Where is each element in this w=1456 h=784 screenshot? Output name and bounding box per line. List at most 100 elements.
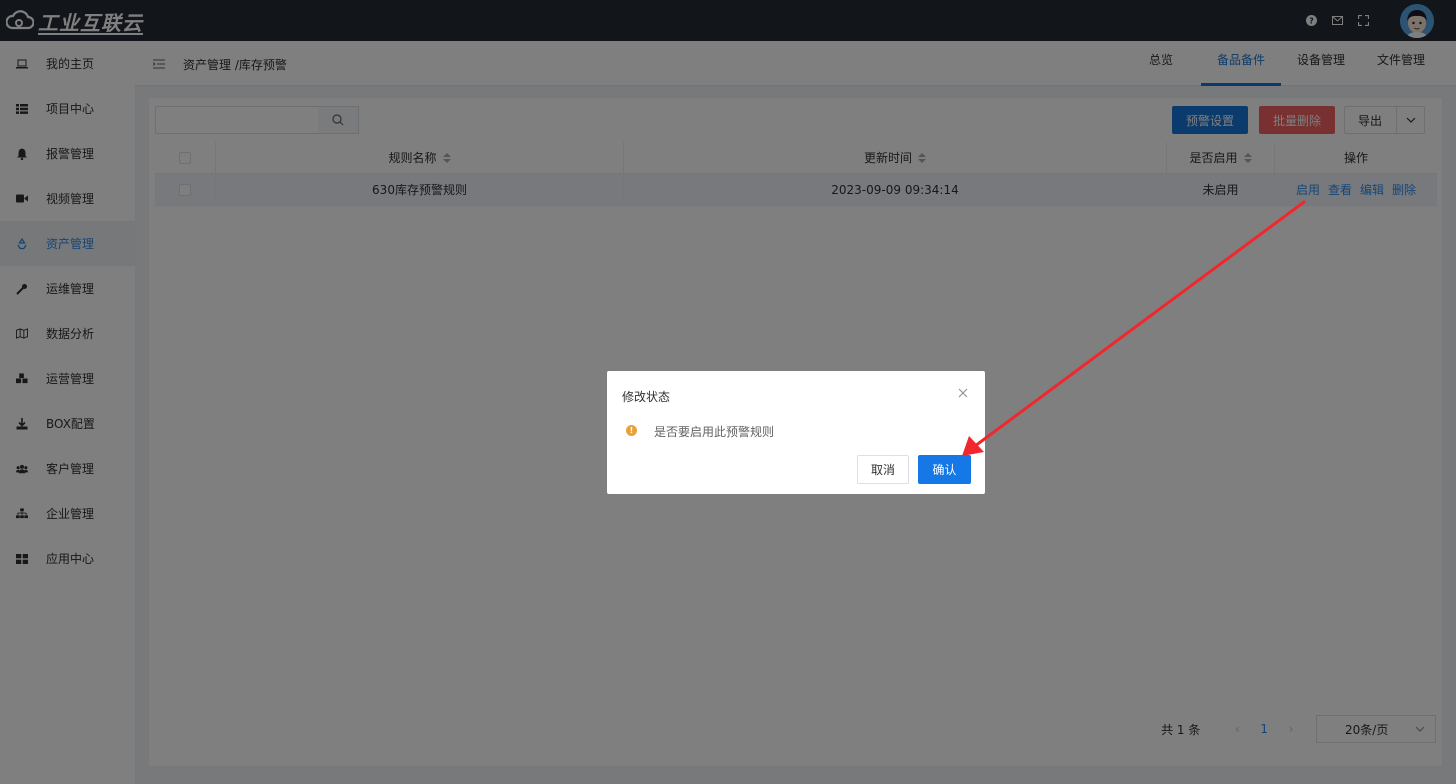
sidebar: 我的主页 项目中心 报警管理 视频管理 资产管理 运维管理 数据分析 运营管理 …: [0, 41, 135, 784]
dialog-title: 修改状态: [622, 390, 671, 404]
page-size-label: 20条/页: [1345, 722, 1389, 737]
sidebar-item-label: 应用中心: [46, 552, 95, 566]
bell-icon: [16, 148, 28, 160]
column-label: 操作: [1343, 151, 1368, 165]
top-header: 工业互联云 ?: [0, 0, 1456, 41]
sidebar-item-label: 视频管理: [46, 192, 95, 206]
table-header: 规则名称 更新时间 是否启用 操作: [155, 142, 1437, 174]
chevron-down-icon: [1415, 726, 1425, 732]
fullscreen-icon[interactable]: [1357, 14, 1370, 27]
sort-icon[interactable]: [1243, 152, 1252, 163]
sidebar-item-video[interactable]: 视频管理: [0, 176, 135, 221]
sitemap-icon: [16, 508, 28, 520]
batch-delete-button[interactable]: 批量删除: [1259, 106, 1335, 134]
laptop-icon: [16, 58, 28, 70]
column-header-enabled[interactable]: 是否启用: [1167, 142, 1275, 173]
sidebar-item-analytics[interactable]: 数据分析: [0, 311, 135, 356]
change-status-dialog: 修改状态 ! 是否要启用此预警规则 取消 确认: [607, 371, 985, 494]
edit-link[interactable]: 编辑: [1360, 181, 1384, 198]
cell-enabled-status: 未启用: [1167, 174, 1275, 205]
export-button[interactable]: 导出: [1344, 106, 1425, 134]
grid-icon: [16, 553, 28, 565]
download-icon: [16, 417, 28, 430]
sort-icon[interactable]: [918, 152, 926, 163]
tab-equipment[interactable]: 设备管理: [1281, 41, 1361, 86]
top-tabs: 总览 备品备件 设备管理 文件管理: [1121, 41, 1441, 86]
menu-collapse-icon[interactable]: [152, 58, 165, 69]
page-size-select[interactable]: 20条/页: [1316, 715, 1436, 743]
tab-files[interactable]: 文件管理: [1361, 41, 1441, 86]
search-button[interactable]: [318, 106, 359, 134]
sub-header: 资产管理 /库存预警 总览 备品备件 设备管理 文件管理: [135, 41, 1456, 86]
cell-actions: 启用 查看 编辑 删除: [1275, 174, 1437, 205]
wrench-icon: [16, 283, 28, 295]
confirm-button[interactable]: 确认: [918, 455, 971, 484]
warning-icon: !: [626, 425, 637, 436]
delete-link[interactable]: 删除: [1392, 181, 1416, 198]
table-row[interactable]: 630库存预警规则 2023-09-09 09:34:14 未启用 启用 查看 …: [155, 174, 1437, 206]
cell-rule-name: 630库存预警规则: [216, 174, 624, 205]
sidebar-item-enterprise[interactable]: 企业管理: [0, 491, 135, 536]
video-icon: [16, 193, 28, 205]
pagination: 共 1 条 ‹ 1 › 20条/页: [1161, 714, 1442, 744]
view-link[interactable]: 查看: [1328, 181, 1352, 198]
sidebar-item-home[interactable]: 我的主页: [0, 41, 135, 86]
breadcrumb: 资产管理 /库存预警: [183, 58, 287, 72]
sidebar-item-label: 资产管理: [46, 237, 95, 251]
row-checkbox[interactable]: [179, 183, 191, 196]
column-label: 是否启用: [1189, 151, 1238, 165]
column-header-rule-name[interactable]: 规则名称: [216, 142, 624, 173]
sidebar-item-label: 我的主页: [46, 57, 95, 71]
search-icon: [332, 114, 344, 126]
row-checkbox-cell: [155, 174, 216, 205]
sidebar-item-apps[interactable]: 应用中心: [0, 536, 135, 581]
cubes-icon: [16, 373, 28, 385]
sidebar-item-box-config[interactable]: BOX配置: [0, 401, 135, 446]
sidebar-item-projects[interactable]: 项目中心: [0, 86, 135, 131]
list-icon: [16, 103, 28, 115]
cell-update-time: 2023-09-09 09:34:14: [624, 174, 1167, 205]
enable-link[interactable]: 启用: [1296, 181, 1320, 198]
svg-text:?: ?: [1309, 17, 1314, 26]
rules-table: 规则名称 更新时间 是否启用 操作 630库存预警规则 2023-09-09 0…: [155, 142, 1437, 206]
sidebar-item-label: 数据分析: [46, 327, 95, 341]
map-icon: [16, 328, 28, 340]
total-count: 共 1 条: [1161, 722, 1201, 737]
select-all-checkbox[interactable]: [179, 151, 191, 164]
sidebar-item-label: 客户管理: [46, 462, 95, 476]
tab-spare-parts[interactable]: 备品备件: [1201, 41, 1281, 86]
close-icon[interactable]: [958, 387, 968, 398]
page-number[interactable]: 1: [1260, 722, 1268, 736]
sort-icon[interactable]: [442, 152, 451, 163]
prev-page-icon[interactable]: ‹: [1230, 722, 1244, 736]
cancel-button[interactable]: 取消: [857, 455, 909, 484]
sidebar-item-label: 运维管理: [46, 282, 95, 296]
sidebar-item-operations[interactable]: 运营管理: [0, 356, 135, 401]
recycle-icon: [16, 237, 28, 250]
header-checkbox-cell: [155, 142, 216, 173]
dialog-message: 是否要启用此预警规则: [654, 425, 775, 439]
logo-text: 工业互联云: [38, 10, 143, 35]
mail-icon[interactable]: [1331, 14, 1344, 27]
sidebar-item-assets[interactable]: 资产管理: [0, 221, 135, 266]
sidebar-item-label: 报警管理: [46, 147, 95, 161]
sidebar-item-label: BOX配置: [46, 417, 95, 431]
column-label: 规则名称: [388, 151, 437, 165]
users-icon: [16, 463, 28, 475]
column-header-update-time[interactable]: 更新时间: [624, 142, 1167, 173]
user-avatar[interactable]: [1400, 3, 1434, 38]
export-label: 导出: [1358, 113, 1383, 128]
help-icon[interactable]: ?: [1305, 14, 1318, 27]
warning-settings-button[interactable]: 预警设置: [1172, 106, 1248, 134]
sidebar-item-maintenance[interactable]: 运维管理: [0, 266, 135, 311]
tab-overview[interactable]: 总览: [1121, 41, 1201, 86]
app-logo[interactable]: 工业互联云: [6, 7, 143, 35]
column-header-actions: 操作: [1275, 142, 1437, 173]
sidebar-item-label: 运营管理: [46, 372, 95, 386]
next-page-icon[interactable]: ›: [1284, 722, 1298, 736]
column-label: 更新时间: [863, 151, 912, 165]
sidebar-item-alarms[interactable]: 报警管理: [0, 131, 135, 176]
sidebar-item-customers[interactable]: 客户管理: [0, 446, 135, 491]
chevron-down-icon[interactable]: [1396, 107, 1424, 133]
cloud-logo-icon: [6, 10, 34, 30]
